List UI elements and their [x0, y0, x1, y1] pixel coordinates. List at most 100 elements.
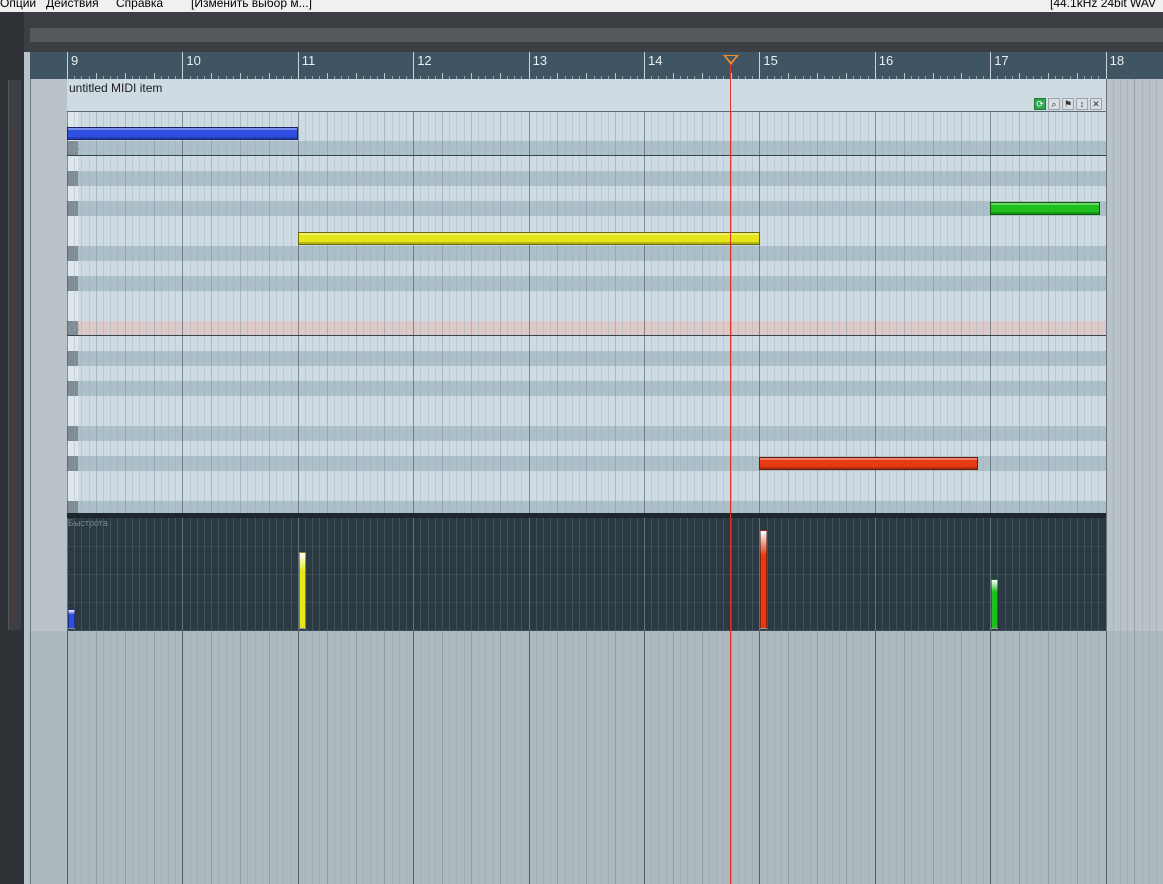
item-flag-button[interactable]: ⚑ — [1062, 98, 1074, 110]
item-close-button[interactable]: ✕ — [1090, 98, 1102, 110]
white-key[interactable] — [67, 261, 78, 277]
black-key[interactable] — [67, 381, 78, 397]
beat-gridline — [536, 111, 537, 513]
ruler-major-tick — [759, 52, 761, 79]
ruler-measure-label: 14 — [648, 53, 663, 68]
velocity-beat-gridline — [341, 518, 342, 631]
velocity-beat-gridline — [860, 518, 861, 631]
white-key[interactable] — [67, 156, 78, 172]
beat-gridline — [161, 111, 162, 513]
measure-gridline — [644, 111, 645, 513]
velocity-lane[interactable]: Быстрота — [67, 513, 1106, 631]
close-icon: ✕ — [1092, 98, 1100, 109]
magnify-icon: ⌕ — [1051, 98, 1057, 109]
beat-gridline — [1142, 79, 1143, 884]
beat-gridline — [175, 111, 176, 513]
expand-icon: ↕ — [1079, 99, 1085, 109]
empty-arrange-area[interactable] — [30, 631, 1163, 884]
menu-help[interactable]: Справка — [116, 0, 163, 9]
beat-gridline — [788, 111, 789, 513]
item-expand-button[interactable]: ↕ — [1076, 98, 1088, 110]
black-key[interactable] — [67, 426, 78, 442]
beat-gridline — [190, 111, 191, 513]
playhead-line[interactable] — [730, 56, 731, 884]
beat-gridline — [521, 111, 522, 513]
beat-gridline — [579, 111, 580, 513]
white-key[interactable] — [67, 366, 78, 382]
white-key[interactable] — [67, 306, 78, 322]
black-key[interactable] — [67, 351, 78, 367]
beat-gridline — [853, 111, 854, 513]
velocity-beat-gridline — [1098, 518, 1099, 631]
beat-gridline — [925, 111, 926, 513]
beat-gridline — [832, 111, 833, 513]
black-key[interactable] — [67, 171, 78, 187]
velocity-beat-gridline — [240, 518, 241, 631]
velocity-beat-gridline — [702, 518, 703, 631]
ruler-major-tick — [528, 52, 530, 79]
menu-options[interactable]: Опции — [0, 0, 36, 9]
beat-gridline — [637, 111, 638, 513]
horizontal-scrollbar[interactable] — [30, 28, 1163, 42]
timeline-ruler[interactable]: 9 10 11 12 13 14 15 16 17 18 — [30, 52, 1163, 79]
midi-note[interactable] — [67, 127, 298, 140]
beat-gridline — [622, 111, 623, 513]
velocity-beat-gridline — [89, 518, 90, 631]
beat-gridline — [868, 111, 869, 513]
velocity-beat-gridline — [767, 518, 768, 631]
ruler-measure-label: 11 — [301, 53, 316, 68]
white-key[interactable] — [67, 411, 78, 427]
beat-gridline — [291, 111, 292, 513]
velocity-beat-gridline — [586, 518, 587, 631]
white-key[interactable] — [67, 471, 78, 487]
beat-gridline — [117, 111, 118, 513]
velocity-bar[interactable] — [991, 579, 998, 629]
velocity-beat-gridline — [110, 518, 111, 631]
beat-gridline — [103, 111, 104, 513]
white-key[interactable] — [67, 111, 78, 127]
black-key[interactable] — [67, 201, 78, 217]
item-settings-button[interactable]: ⟳ — [1034, 98, 1046, 110]
beat-gridline — [283, 111, 284, 513]
white-key[interactable] — [67, 186, 78, 202]
velocity-beat-gridline — [904, 518, 905, 631]
white-key[interactable] — [67, 291, 78, 307]
beat-gridline — [392, 111, 393, 513]
beat-gridline — [557, 111, 558, 513]
white-key[interactable] — [67, 396, 78, 412]
midi-note[interactable] — [759, 457, 978, 470]
velocity-beat-gridline — [781, 518, 782, 631]
midi-note[interactable] — [298, 232, 760, 245]
velocity-beat-gridline — [853, 518, 854, 631]
velocity-beat-gridline — [399, 518, 400, 631]
velocity-beat-gridline — [565, 518, 566, 631]
midi-note[interactable] — [990, 202, 1100, 215]
velocity-beat-gridline — [644, 518, 645, 631]
velocity-beat-gridline — [471, 518, 472, 631]
beat-gridline — [1156, 79, 1157, 884]
velocity-bar[interactable] — [68, 609, 75, 629]
velocity-bar[interactable] — [760, 530, 767, 629]
white-key[interactable] — [67, 216, 78, 232]
midi-item[interactable]: C5 C4 untitled MIDI item ⟳ ⌕ ⚑ ↕ ✕ Быстрота — [67, 79, 1107, 631]
white-key[interactable] — [67, 231, 78, 247]
beat-gridline — [694, 111, 695, 513]
beat-gridline — [514, 111, 515, 513]
beat-gridline — [594, 111, 595, 513]
white-key[interactable] — [67, 441, 78, 457]
menu-actions[interactable]: Действия — [46, 0, 99, 9]
audio-format-status[interactable]: [44.1kHz 24bit WAV — [1050, 0, 1156, 9]
beat-gridline — [327, 111, 328, 513]
velocity-beat-gridline — [1026, 518, 1027, 631]
black-key[interactable] — [67, 246, 78, 262]
measure-gridline — [759, 111, 760, 513]
beat-gridline — [370, 111, 371, 513]
white-key[interactable] — [67, 486, 78, 502]
velocity-bar[interactable] — [299, 552, 306, 629]
white-key[interactable] — [67, 336, 78, 352]
black-key[interactable] — [67, 276, 78, 292]
item-zoom-button[interactable]: ⌕ — [1048, 98, 1060, 110]
velocity-beat-gridline — [536, 518, 537, 631]
black-key[interactable] — [67, 456, 78, 472]
track-meter-strip[interactable] — [8, 80, 21, 630]
